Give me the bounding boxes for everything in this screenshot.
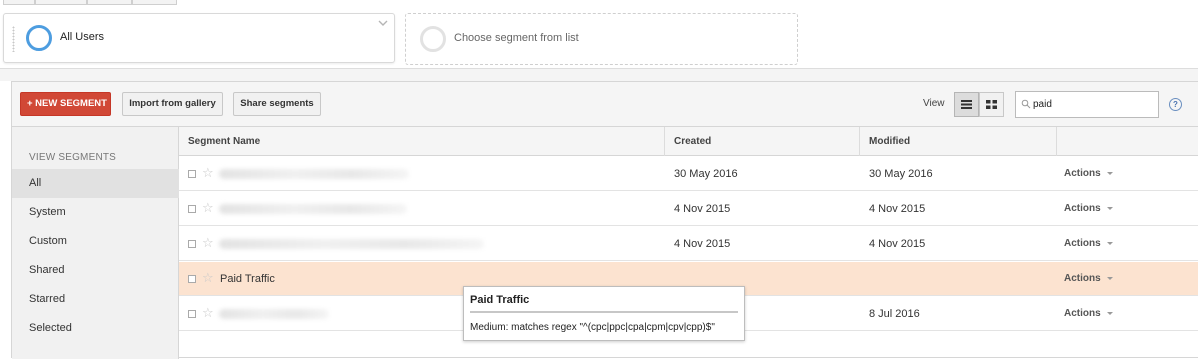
list-view-button[interactable] xyxy=(954,92,979,117)
row-checkbox[interactable] xyxy=(188,275,196,283)
tooltip-title: Paid Traffic xyxy=(470,294,530,306)
segment-name[interactable]: Paid Traffic xyxy=(220,262,275,296)
star-icon[interactable]: ☆ xyxy=(202,199,214,217)
actions-menu[interactable]: Actions xyxy=(1064,227,1113,261)
actions-label: Actions xyxy=(1064,273,1101,284)
column-header-modified[interactable]: Modified xyxy=(860,127,1057,156)
grip-icon[interactable] xyxy=(12,26,15,52)
chevron-down-icon[interactable] xyxy=(378,18,388,28)
created-date: 4 Nov 2015 xyxy=(674,203,731,215)
empty-segment-slot[interactable]: Choose segment from list xyxy=(405,13,798,65)
actions-menu[interactable]: Actions xyxy=(1064,157,1113,191)
created-date: 30 May 2016 xyxy=(674,168,738,180)
help-icon[interactable]: ? xyxy=(1169,98,1182,111)
actions-menu[interactable]: Actions xyxy=(1064,297,1113,331)
row-checkbox[interactable] xyxy=(188,240,196,248)
actions-label: Actions xyxy=(1064,238,1101,249)
row-checkbox[interactable] xyxy=(188,310,196,318)
share-segments-button[interactable]: Share segments xyxy=(233,92,321,116)
star-icon[interactable]: ☆ xyxy=(202,304,214,322)
search-input[interactable] xyxy=(1033,96,1153,113)
list-view-icon xyxy=(961,100,972,109)
search-icon xyxy=(1021,99,1031,109)
redacted-segment-name xyxy=(219,169,409,179)
actions-menu[interactable]: Actions xyxy=(1064,192,1113,226)
redacted-segment-name xyxy=(219,309,329,319)
row-checkbox[interactable] xyxy=(188,170,196,178)
dropdown-caret-icon xyxy=(1106,171,1113,175)
sidebar-heading: VIEW SEGMENTS xyxy=(29,152,117,163)
modified-date: 4 Nov 2015 xyxy=(869,238,926,250)
dropdown-caret-icon xyxy=(1106,206,1113,210)
segment-ring-icon xyxy=(26,25,52,51)
empty-ring-icon xyxy=(420,26,446,52)
column-header-segment-name[interactable]: Segment Name xyxy=(179,127,665,156)
dropdown-caret-icon xyxy=(1106,311,1113,315)
sidebar-item-custom[interactable]: Custom xyxy=(12,227,179,256)
sidebar-item-system[interactable]: System xyxy=(12,198,179,227)
view-label: View xyxy=(923,98,945,109)
redacted-segment-name xyxy=(219,239,484,249)
tooltip-body: Medium: matches regex "^(cpc|ppc|cpa|cpm… xyxy=(470,322,715,333)
dropdown-caret-icon xyxy=(1106,276,1113,280)
table-row[interactable]: ☆ 30 May 2016 30 May 2016 Actions xyxy=(179,157,1198,191)
import-from-gallery-button[interactable]: Import from gallery xyxy=(122,92,223,116)
star-icon[interactable]: ☆ xyxy=(202,269,214,287)
star-icon[interactable]: ☆ xyxy=(202,164,214,182)
grid-view-icon xyxy=(986,100,997,109)
table-header: Segment Name Created Modified xyxy=(179,127,1198,156)
modified-date: 8 Jul 2016 xyxy=(869,308,920,320)
sidebar-item-selected[interactable]: Selected xyxy=(12,314,179,343)
new-segment-button[interactable]: + NEW SEGMENT xyxy=(20,92,111,116)
star-icon[interactable]: ☆ xyxy=(202,234,214,252)
sidebar-item-all[interactable]: All xyxy=(12,169,179,198)
divider-gap xyxy=(0,69,1198,81)
grid-view-button[interactable] xyxy=(979,92,1004,117)
actions-label: Actions xyxy=(1064,308,1101,319)
search-box[interactable] xyxy=(1015,91,1159,118)
actions-label: Actions xyxy=(1064,168,1101,179)
segment-definition-tooltip: Paid Traffic Medium: matches regex "^(cp… xyxy=(463,286,745,341)
created-date: 4 Nov 2015 xyxy=(674,238,731,250)
modified-date: 4 Nov 2015 xyxy=(869,203,926,215)
column-header-created[interactable]: Created xyxy=(665,127,860,156)
selected-segment-card[interactable]: All Users xyxy=(3,13,395,63)
selected-segment-label: All Users xyxy=(60,31,105,43)
table-row[interactable]: ☆ 4 Nov 2015 4 Nov 2015 Actions xyxy=(179,192,1198,226)
actions-label: Actions xyxy=(1064,203,1101,214)
toolbar: + NEW SEGMENT Import from gallery Share … xyxy=(12,82,1198,127)
tooltip-divider xyxy=(470,311,738,313)
empty-segment-label: Choose segment from list xyxy=(454,32,579,44)
redacted-segment-name xyxy=(219,204,407,214)
sidebar-item-shared[interactable]: Shared xyxy=(12,256,179,285)
dropdown-caret-icon xyxy=(1106,241,1113,245)
table-row[interactable]: ☆ 4 Nov 2015 4 Nov 2015 Actions xyxy=(179,227,1198,261)
sidebar-item-starred[interactable]: Starred xyxy=(12,285,179,314)
row-checkbox[interactable] xyxy=(188,205,196,213)
modified-date: 30 May 2016 xyxy=(869,168,933,180)
actions-menu[interactable]: Actions xyxy=(1064,262,1113,296)
segment-filter-sidebar: VIEW SEGMENTS All System Custom Shared S… xyxy=(12,127,179,359)
